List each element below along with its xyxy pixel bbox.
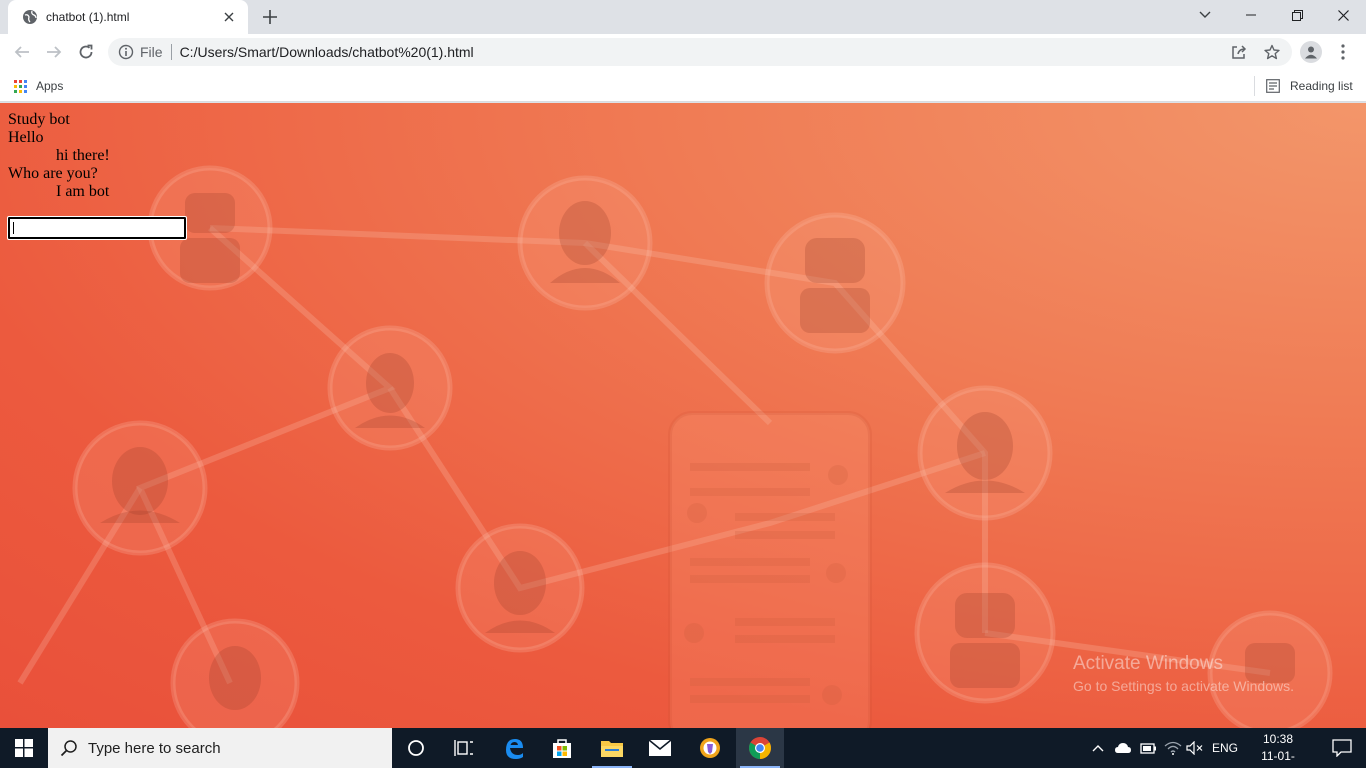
reading-list-button[interactable]: Reading list [1266,77,1353,95]
user-message: Who are you? [8,165,98,182]
info-icon[interactable] [118,44,134,60]
chat-log: Study bot Hello hi there! Who are you? I… [8,111,110,201]
close-window-button[interactable] [1320,0,1366,30]
bookmark-star-icon[interactable] [1260,40,1284,64]
notification-icon[interactable] [1318,728,1366,768]
tab-search-icon[interactable] [1182,0,1228,30]
bookmarks-bar: Apps Reading list [0,70,1366,102]
reading-list-icon [1266,79,1280,93]
reload-icon[interactable] [72,38,100,66]
bot-message: hi there! [56,147,110,164]
chrome-icon[interactable] [736,728,784,768]
store-icon[interactable] [538,728,586,768]
chevron-up-icon[interactable] [1088,728,1108,768]
chat-title: Study bot [8,111,70,128]
reading-list-label: Reading list [1290,79,1353,93]
cortana-icon[interactable] [392,728,440,768]
watermark-line2: Go to Settings to activate Windows. [1073,678,1294,694]
globe-icon [22,9,38,25]
share-icon[interactable] [1227,40,1251,64]
speaker-muted-icon[interactable] [1184,728,1206,768]
restore-button[interactable] [1274,0,1320,30]
search-icon [60,740,77,757]
wifi-icon[interactable] [1162,728,1184,768]
clock-date: 11-01-2022 [1261,749,1295,768]
more-menu-icon[interactable] [1333,40,1353,64]
omnibox-divider [170,44,172,60]
apps-label: Apps [36,79,64,93]
mail-icon[interactable] [636,728,684,768]
clock-time: 10:38 [1262,732,1294,746]
edge-icon[interactable] [490,728,538,768]
new-tab-button[interactable] [258,6,282,28]
apps-shortcut[interactable]: Apps [14,77,63,95]
apps-grid-icon [14,79,27,93]
scheme-label: File [140,44,163,60]
file-explorer-icon[interactable] [588,728,636,768]
watermark-line1: Activate Windows [1073,653,1223,674]
tab-title: chatbot (1).html [46,10,130,24]
onedrive-cloud-icon[interactable] [1112,728,1134,768]
user-message: Hello [8,129,44,146]
profile-avatar-icon[interactable] [1300,41,1322,63]
chatbot-page: Study bot Hello hi there! Who are you? I… [0,103,1366,728]
windows-taskbar: Type here to search ENG 10:38 11-01- [0,728,1366,768]
back-arrow-icon[interactable] [8,38,36,66]
bot-message: I am bot [56,183,110,200]
taskbar-search-box[interactable]: Type here to search [48,728,392,768]
windows-start-icon[interactable] [0,728,48,768]
bookmarks-separator [1254,76,1255,96]
network-background-art [17,165,1333,728]
browser-toolbar: File C:/Users/Smart/Downloads/chatbot%20… [0,34,1366,70]
chat-input[interactable] [7,216,187,240]
tab-strip: chatbot (1).html [0,0,1366,34]
url-text[interactable]: C:/Users/Smart/Downloads/chatbot%20(1).h… [180,44,474,60]
browser-tab[interactable]: chatbot (1).html [8,0,248,34]
brave-icon[interactable] [686,728,734,768]
search-placeholder: Type here to search [88,739,221,757]
taskbar-clock[interactable]: 10:38 11-01-2022 [1248,731,1308,768]
activate-windows-watermark: Activate Windows Go to Settings to activ… [1073,653,1294,697]
tab-close-icon[interactable] [220,8,238,26]
address-bar[interactable]: File C:/Users/Smart/Downloads/chatbot%20… [108,38,1292,66]
battery-icon[interactable] [1137,728,1159,768]
language-indicator[interactable]: ENG [1208,728,1242,768]
task-view-icon[interactable] [440,728,488,768]
minimize-button[interactable] [1228,0,1274,30]
forward-arrow-icon[interactable] [40,38,68,66]
